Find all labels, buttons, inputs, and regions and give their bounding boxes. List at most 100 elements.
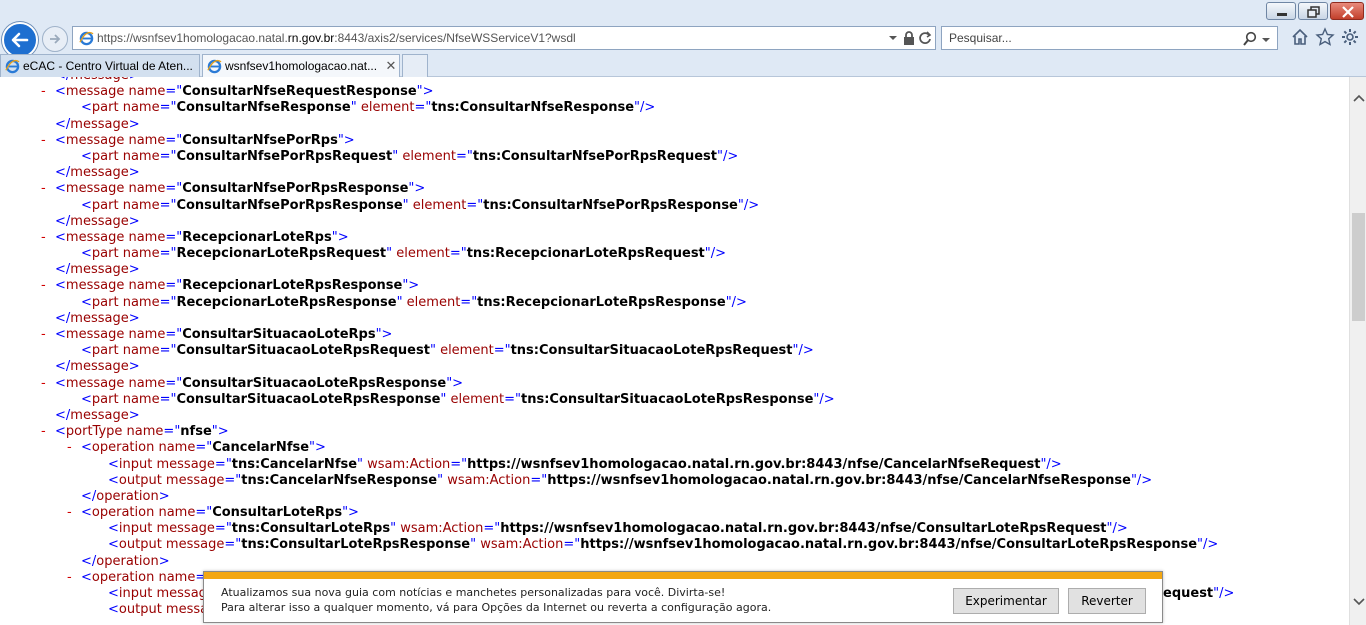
xml-tag-name: portType: [65, 424, 123, 440]
search-box[interactable]: Pesquisar...: [941, 26, 1278, 50]
xml-punct: =": [159, 148, 177, 164]
xml-attr-name: name: [154, 569, 196, 585]
xml-punct: =": [195, 440, 213, 456]
xml-attr-name: name: [118, 391, 160, 407]
xml-punct: ">: [331, 229, 349, 245]
xml-attr-value: tns:ConsultarNfseResponse: [431, 100, 635, 116]
xml-attr-name: name: [124, 278, 166, 294]
xml-tag-name: message: [65, 132, 125, 148]
xml-punct: <: [108, 602, 119, 618]
xml-punct: </: [55, 116, 71, 132]
search-dropdown-icon[interactable]: [1260, 31, 1272, 47]
xml-punct: <: [108, 472, 119, 488]
xml-punct: ">: [342, 505, 359, 521]
collapse-toggle[interactable]: -: [67, 440, 72, 456]
new-tab-button[interactable]: [402, 54, 428, 77]
xml-punct: <: [55, 181, 66, 197]
xml-attr-name: element: [392, 246, 450, 262]
xml-punct: <: [81, 505, 92, 521]
xml-punct: </: [81, 553, 97, 569]
vertical-scrollbar[interactable]: [1349, 77, 1366, 625]
minimize-button[interactable]: [1266, 2, 1296, 20]
collapse-toggle[interactable]: -: [67, 505, 72, 521]
xml-punct: "/>: [792, 343, 814, 359]
collapse-toggle[interactable]: -: [41, 84, 46, 100]
xml-attr-name: name: [122, 424, 164, 440]
xml-tag-name: part: [91, 197, 119, 213]
collapse-toggle[interactable]: -: [67, 570, 72, 586]
xml-punct: <: [108, 521, 119, 537]
try-button[interactable]: Experimentar: [953, 588, 1059, 614]
refresh-icon[interactable]: [917, 30, 933, 46]
notification-line-1: Atualizamos sua nova guia com notícias e…: [221, 586, 726, 599]
xml-attr-name: message: [152, 521, 215, 537]
xml-punct: "/>: [1040, 456, 1062, 472]
xml-line: - <message name="RecepcionarLoteRpsRespon…: [0, 278, 1349, 294]
xml-line: - <message name="RecepcionarLoteRps">: [0, 230, 1349, 246]
collapse-toggle[interactable]: -: [41, 181, 46, 197]
scroll-thumb[interactable]: [1352, 213, 1365, 321]
collapse-toggle[interactable]: -: [41, 376, 46, 392]
collapse-toggle[interactable]: -: [41, 133, 46, 149]
xml-attr-value: nfse: [180, 424, 212, 440]
collapse-toggle[interactable]: -: [41, 230, 46, 246]
xml-tag-name: part: [91, 343, 119, 359]
search-icon[interactable]: [1242, 31, 1258, 47]
xml-attr-value: RecepcionarLoteRpsResponse: [182, 278, 403, 294]
xml-line-body: <input message="tns:ConsultarLoteRps" ws…: [108, 521, 1128, 537]
close-window-button[interactable]: [1330, 2, 1364, 20]
xml-punct: </: [55, 77, 70, 83]
tab-ecac[interactable]: eCAC - Centro Virtual de Aten...: [0, 54, 200, 77]
back-button[interactable]: [2, 22, 38, 58]
xml-line-body: <message name="RecepcionarLoteRps">: [55, 230, 349, 246]
xml-tag-name: message: [70, 116, 129, 132]
dropdown-arrow-icon[interactable]: [885, 30, 901, 46]
xml-punct: =": [493, 343, 511, 359]
lock-icon[interactable]: [901, 30, 917, 46]
xml-punct: </: [55, 213, 71, 229]
xml-line: </message>: [0, 408, 1349, 424]
xml-attr-value: ConsultarSituacaoLoteRpsResponse: [176, 391, 441, 407]
xml-punct: <: [81, 246, 92, 262]
xml-punct: =": [455, 148, 473, 164]
collapse-toggle[interactable]: -: [41, 327, 46, 343]
notification-line-2: Para alterar isso a qualquer momento, vá…: [221, 600, 772, 614]
xml-document: </message>-<message name="ConsultarNfseR…: [0, 77, 1349, 618]
xml-line-body: <output message="tns:ConsultarLoteRpsRes…: [108, 537, 1218, 553]
xml-punct: =": [214, 521, 232, 537]
xml-tag-name: message: [70, 213, 129, 229]
revert-button[interactable]: Reverter: [1068, 588, 1146, 614]
xml-line: <output message="tns:CancelarNfseRespons…: [0, 473, 1349, 489]
collapse-toggle[interactable]: -: [41, 278, 46, 294]
xml-line: <part name="ConsultarNfsePorRpsRequest" …: [0, 149, 1349, 165]
gear-icon[interactable]: [1340, 27, 1360, 47]
xml-tag-name: part: [91, 148, 119, 164]
xml-punct: =": [224, 537, 242, 553]
xml-punct: "/>: [1130, 472, 1153, 488]
scroll-down-button[interactable]: [1350, 593, 1366, 610]
xml-line: <part name="ConsultarSituacaoLoteRpsRequ…: [0, 343, 1349, 359]
xml-punct: =": [159, 100, 177, 116]
address-bar[interactable]: https://wsnfsev1homologacao.natal.rn.gov…: [72, 26, 936, 50]
xml-line: </message>: [0, 311, 1349, 327]
xml-line-body: <part name="RecepcionarLoteRpsRequest" e…: [81, 246, 726, 262]
scroll-up-button[interactable]: [1350, 89, 1366, 106]
xml-attr-value: https://wsnfsev1homologacao.natal.rn.gov…: [547, 472, 1131, 488]
xml-line: </message>: [0, 77, 1349, 84]
xml-tag-name: message: [65, 229, 125, 245]
xml-line-body: <part name="RecepcionarLoteRpsResponse" …: [81, 295, 747, 311]
tab-wsdl[interactable]: wsnfsev1homologacao.nat... ✕: [202, 54, 400, 77]
collapse-toggle[interactable]: -: [41, 424, 46, 440]
xml-tag-name: message: [65, 181, 125, 197]
tab-close-icon[interactable]: ✕: [383, 58, 399, 74]
xml-punct: "/>: [704, 246, 727, 262]
url-text[interactable]: https://wsnfsev1homologacao.natal.rn.gov…: [97, 31, 576, 45]
forward-button[interactable]: [42, 26, 68, 52]
xml-tag-name: operation: [96, 553, 159, 569]
home-icon[interactable]: [1290, 27, 1310, 47]
xml-attr-name: element: [435, 343, 494, 359]
xml-tag-name: input: [118, 586, 153, 601]
favorites-star-icon[interactable]: [1315, 27, 1335, 47]
restore-button[interactable]: [1298, 2, 1328, 20]
xml-attr-name: element: [356, 100, 415, 116]
